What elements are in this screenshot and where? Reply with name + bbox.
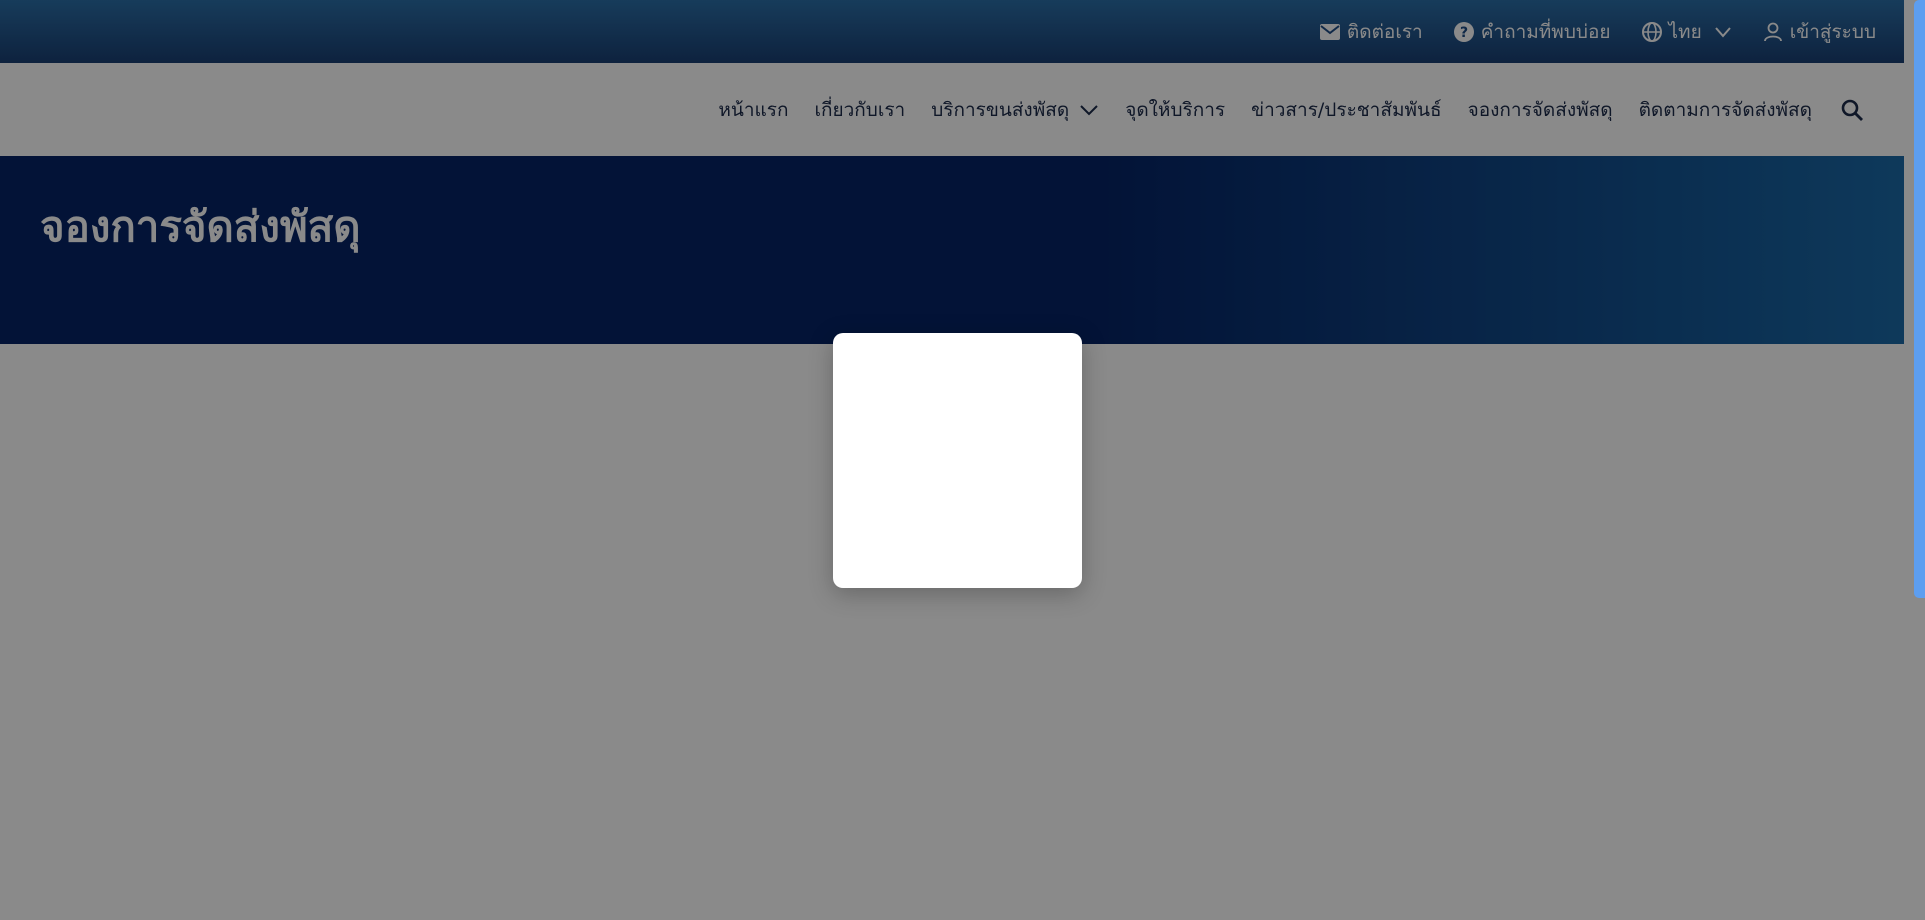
scrollbar-thumb[interactable] (1914, 0, 1925, 598)
loading-modal (833, 333, 1082, 588)
